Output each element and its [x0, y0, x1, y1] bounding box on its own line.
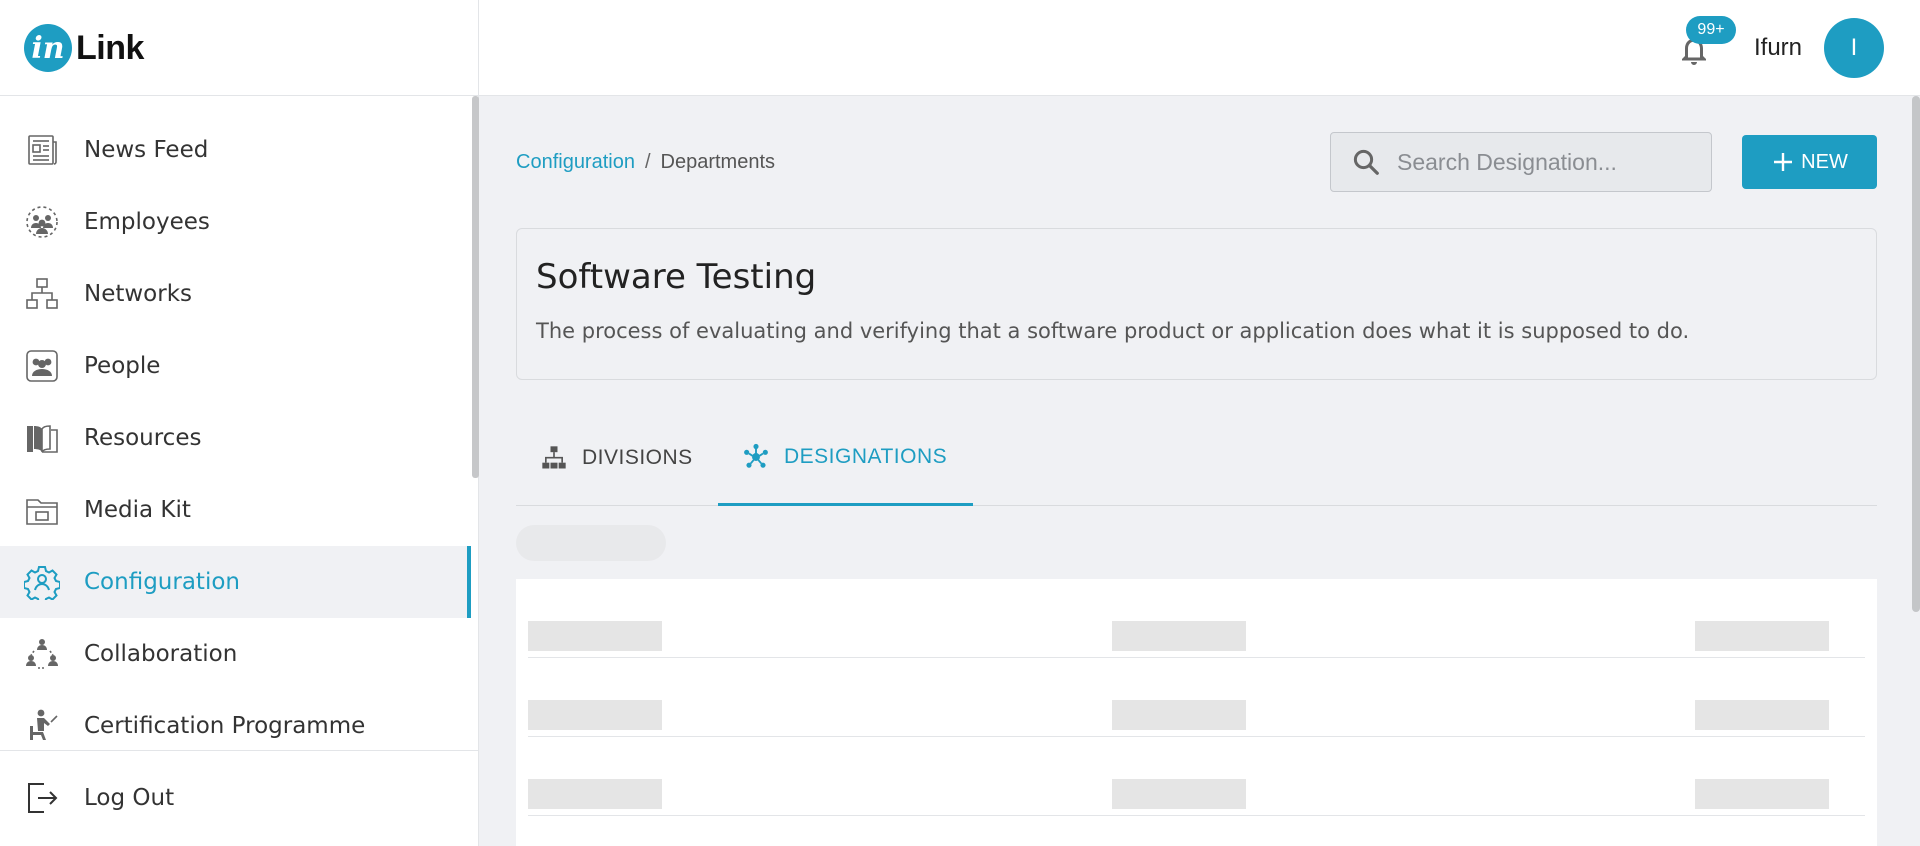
department-description: The process of evaluating and verifying … — [536, 319, 1690, 343]
table-row — [528, 737, 1865, 816]
breadcrumb-current: Departments — [660, 151, 776, 173]
people-icon — [24, 348, 60, 384]
skeleton-cell — [528, 779, 662, 809]
new-button[interactable]: NEW — [1742, 135, 1877, 189]
sidebar-item-news-feed[interactable]: News Feed — [0, 114, 471, 186]
logo-mark: in — [24, 24, 72, 72]
table-row — [528, 579, 1865, 658]
network-icon — [24, 276, 60, 312]
skeleton-cell — [1112, 700, 1246, 730]
skeleton-cell — [528, 700, 662, 730]
top-header: in Link 99+ Ifurn I — [0, 0, 1920, 96]
gear-icon — [24, 564, 60, 600]
skeleton-cell — [528, 621, 662, 651]
department-title: Software Testing — [536, 257, 817, 297]
nodes-icon — [744, 443, 768, 468]
breadcrumb: Configuration / Departments — [516, 151, 775, 174]
avatar[interactable]: I — [1824, 18, 1884, 78]
skeleton-cell — [1112, 779, 1246, 809]
sidebar-item-label: Networks — [84, 281, 193, 307]
sidebar-item-networks[interactable]: Networks — [0, 258, 471, 330]
brand-logo[interactable]: in Link — [0, 0, 479, 96]
newspaper-icon — [24, 132, 60, 168]
sidebar-item-label: Resources — [84, 425, 202, 451]
collaboration-icon — [24, 636, 60, 672]
logout-icon — [24, 780, 60, 816]
employees-icon — [24, 204, 60, 240]
logout-button[interactable]: Log Out — [0, 762, 471, 834]
skeleton-chip — [516, 525, 666, 561]
new-button-label: NEW — [1801, 150, 1848, 173]
department-info-card: Software Testing The process of evaluati… — [516, 228, 1877, 380]
sidebar-item-certification-programme[interactable]: Certification Programme — [0, 690, 471, 762]
logout-label: Log Out — [84, 785, 175, 811]
book-icon — [24, 420, 60, 456]
plus-icon — [1774, 153, 1793, 171]
sidebar-item-label: Certification Programme — [84, 713, 366, 739]
sidebar: News Feed Employees Networks People Reso… — [0, 96, 479, 846]
skeleton-cell — [1112, 621, 1246, 651]
sidebar-item-label: Employees — [84, 209, 210, 235]
sidebar-item-employees[interactable]: Employees — [0, 186, 471, 258]
user-name[interactable]: Ifurn — [1754, 34, 1802, 62]
search-box[interactable] — [1330, 132, 1712, 192]
sidebar-item-collaboration[interactable]: Collaboration — [0, 618, 471, 690]
logo-text: Link — [76, 28, 144, 67]
tab-divisions[interactable]: DIVISIONS — [516, 410, 717, 506]
page-scrollbar[interactable] — [1912, 96, 1920, 612]
tab-designations[interactable]: DESIGNATIONS — [718, 410, 973, 506]
designations-table-skeleton — [516, 579, 1877, 846]
search-icon — [1353, 149, 1379, 175]
table-row — [528, 658, 1865, 737]
sidebar-scrollbar[interactable] — [472, 96, 479, 478]
sidebar-item-people[interactable]: People — [0, 330, 471, 402]
tab-bar: DIVISIONS DESIGNATIONS — [516, 410, 1877, 506]
breadcrumb-separator: / — [644, 151, 651, 173]
skeleton-cell — [1695, 700, 1829, 730]
folder-icon — [24, 492, 60, 528]
skeleton-cell — [1695, 621, 1829, 651]
search-input[interactable] — [1397, 148, 1697, 176]
presenter-icon — [24, 708, 60, 744]
skeleton-cell — [1695, 779, 1829, 809]
sidebar-item-label: Configuration — [84, 569, 240, 595]
breadcrumb-configuration-link[interactable]: Configuration — [516, 151, 635, 173]
sidebar-item-configuration[interactable]: Configuration — [0, 546, 471, 618]
sidebar-item-label: People — [84, 353, 161, 379]
divider — [0, 750, 479, 751]
notification-count-badge: 99+ — [1686, 16, 1736, 44]
sidebar-item-label: News Feed — [84, 137, 209, 163]
tab-label: DIVISIONS — [582, 446, 693, 469]
sidebar-item-resources[interactable]: Resources — [0, 402, 471, 474]
sidebar-item-media-kit[interactable]: Media Kit — [0, 474, 471, 546]
sidebar-item-label: Media Kit — [84, 497, 191, 523]
tab-label: DESIGNATIONS — [784, 444, 948, 468]
hierarchy-icon — [542, 446, 566, 469]
sidebar-item-label: Collaboration — [84, 641, 238, 667]
